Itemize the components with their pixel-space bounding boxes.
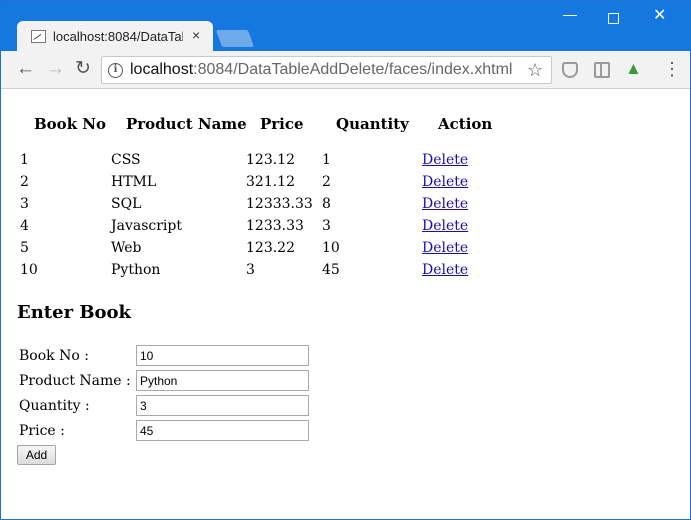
cell-quantity: 45 [322, 262, 340, 278]
address-bar[interactable]: i localhost:8084/DataTableAddDelete/face… [101, 56, 552, 84]
window-close-icon[interactable]: ✕ [653, 8, 666, 24]
book-no-input[interactable] [136, 345, 309, 366]
title-bar: localhost:8084/DataTal × — ✕ [1, 1, 690, 52]
cell-action: Delete [422, 262, 468, 278]
form-row-price: Price : [19, 420, 319, 444]
form-row-quantity: Quantity : [19, 395, 319, 419]
price-label: Price : [19, 423, 65, 439]
url-host: localhost [130, 61, 194, 78]
delete-link[interactable]: Delete [422, 218, 468, 234]
browser-window: localhost:8084/DataTal × — ✕ ← → ↻ i loc… [0, 0, 691, 520]
cell-book-no: 5 [20, 240, 29, 256]
cell-book-no: 4 [20, 218, 29, 234]
delete-link[interactable]: Delete [422, 240, 468, 256]
table-row: 1 CSS 123.12 1 Delete [17, 152, 497, 174]
cell-quantity: 2 [322, 174, 331, 190]
quantity-input[interactable] [136, 395, 309, 416]
tab-title: localhost:8084/DataTal [53, 29, 183, 44]
cell-product-name: SQL [111, 196, 142, 212]
cell-price: 321.12 [246, 174, 295, 190]
delete-link[interactable]: Delete [422, 196, 468, 212]
table-row: 3 SQL 12333.33 8 Delete [17, 196, 497, 218]
form-title: Enter Book [17, 302, 132, 323]
minimize-icon[interactable]: — [563, 7, 577, 21]
menu-icon[interactable]: ⋮ [663, 59, 681, 80]
browser-toolbar: ← → ↻ i localhost:8084/DataTableAddDelet… [1, 51, 690, 89]
price-input[interactable] [136, 420, 309, 441]
table-row: 4 Javascript 1233.33 3 Delete [17, 218, 497, 240]
cell-product-name: Javascript [111, 218, 182, 234]
delete-link[interactable]: Delete [422, 174, 468, 190]
header-book-no: Book No [34, 115, 107, 133]
cell-quantity: 3 [322, 218, 331, 234]
cell-quantity: 10 [322, 240, 340, 256]
reader-icon[interactable] [594, 62, 610, 78]
url-text: localhost:8084/DataTableAddDelete/faces/… [130, 61, 512, 79]
back-icon[interactable]: ← [16, 58, 35, 80]
cell-price: 123.22 [246, 240, 295, 256]
page-favicon [31, 30, 46, 43]
tab-close-icon[interactable]: × [192, 27, 200, 43]
cell-price: 123.12 [246, 152, 295, 168]
cell-book-no: 3 [20, 196, 29, 212]
product-name-label: Product Name : [19, 373, 131, 389]
header-action: Action [438, 115, 493, 133]
header-price: Price [260, 115, 304, 133]
header-product-name: Product Name [126, 115, 247, 133]
cell-action: Delete [422, 218, 468, 234]
table-row: 5 Web 123.22 10 Delete [17, 240, 497, 262]
cell-book-no: 10 [20, 262, 38, 278]
cell-action: Delete [422, 196, 468, 212]
cell-quantity: 1 [322, 152, 331, 168]
delete-link[interactable]: Delete [422, 152, 468, 168]
page-content: Book No Product Name Price Quantity Acti… [1, 89, 690, 519]
maximize-icon[interactable] [608, 13, 619, 24]
shield-extension-icon[interactable] [562, 62, 578, 78]
cell-quantity: 8 [322, 196, 331, 212]
browser-tab[interactable]: localhost:8084/DataTal × [17, 21, 213, 52]
cell-product-name: HTML [111, 174, 157, 190]
new-tab-button[interactable] [215, 30, 255, 47]
cell-product-name: Web [111, 240, 142, 256]
table-row: 10 Python 3 45 Delete [17, 262, 497, 284]
table-row: 2 HTML 321.12 2 Delete [17, 174, 497, 196]
book-no-label: Book No : [19, 348, 89, 364]
quantity-label: Quantity : [19, 398, 90, 414]
cell-book-no: 2 [20, 174, 29, 190]
cell-product-name: CSS [111, 152, 141, 168]
tree-extension-icon[interactable]: ▲ [625, 59, 642, 79]
url-path: :8084/DataTableAddDelete/faces/index.xht… [193, 61, 513, 78]
delete-link[interactable]: Delete [422, 262, 468, 278]
forward-icon[interactable]: → [46, 58, 65, 80]
cell-action: Delete [422, 152, 468, 168]
reload-icon[interactable]: ↻ [75, 58, 91, 80]
cell-price: 1233.33 [246, 218, 304, 234]
add-button[interactable]: Add [17, 445, 56, 465]
info-icon[interactable]: i [108, 63, 123, 78]
cell-book-no: 1 [20, 152, 29, 168]
star-icon[interactable]: ☆ [527, 60, 543, 81]
cell-price: 3 [246, 262, 255, 278]
cell-price: 12333.33 [246, 196, 313, 212]
cell-product-name: Python [111, 262, 161, 278]
form-row-product-name: Product Name : [19, 370, 319, 394]
header-quantity: Quantity [336, 115, 409, 133]
cell-action: Delete [422, 240, 468, 256]
form-row-book-no: Book No : [19, 345, 319, 369]
cell-action: Delete [422, 174, 468, 190]
product-name-input[interactable] [136, 370, 309, 391]
